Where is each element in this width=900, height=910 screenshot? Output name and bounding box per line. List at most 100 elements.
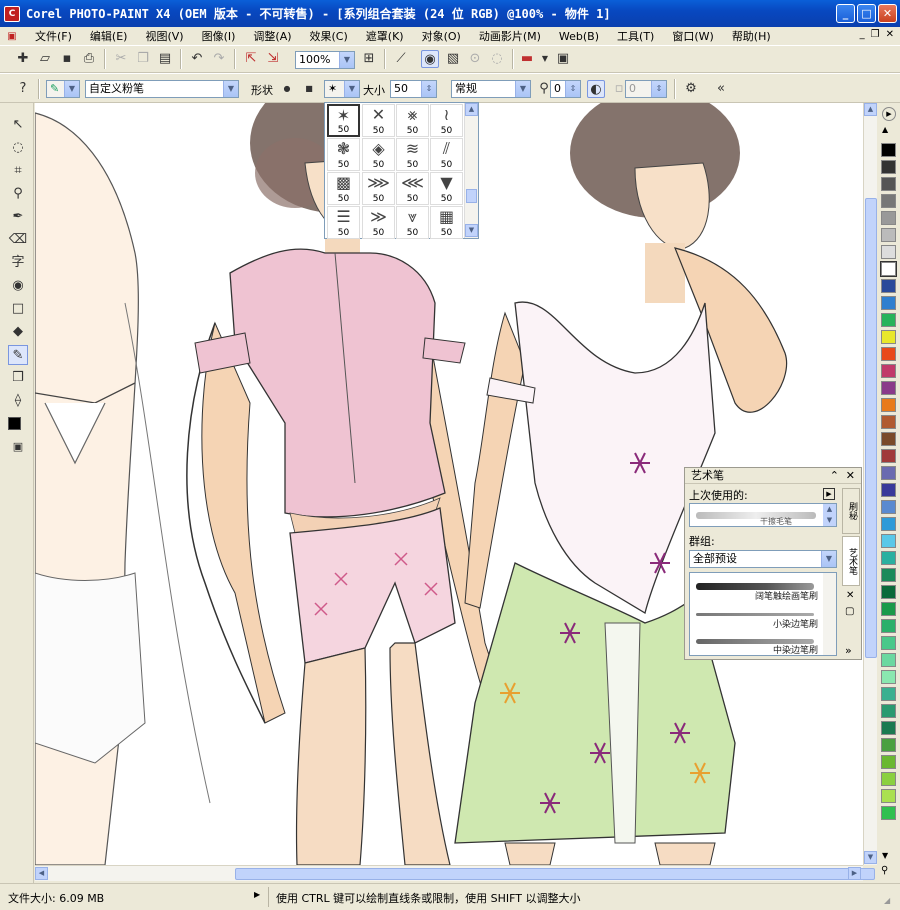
palette-swatch[interactable] [881,177,896,191]
redeye-tool-icon[interactable]: ◉ [8,276,28,296]
maximize-button[interactable]: □ [857,4,876,23]
brush-type-combo[interactable]: ✎ ▼ [46,80,80,98]
palette-swatch[interactable] [881,721,896,735]
palette-swatch[interactable] [881,398,896,412]
scroll-up-icon[interactable]: ▲ [465,103,478,116]
chevron-down-icon[interactable]: ▼ [64,81,79,97]
palette-swatch[interactable] [881,211,896,225]
mask-marquee-icon[interactable]: ◉ [421,50,439,68]
scroll-up-icon[interactable]: ▲ [882,125,888,134]
feather-input[interactable]: 0 ⇕ [625,80,667,98]
nib-option[interactable]: ⋙ 50 [362,172,395,205]
palette-swatch[interactable] [881,653,896,667]
palette-swatch[interactable] [881,228,896,242]
palette-swatch[interactable] [881,551,896,565]
chevron-down-icon[interactable]: ▼ [536,50,554,68]
lens-icon[interactable]: ◌ [488,50,506,68]
doc-restore-icon[interactable]: ❐ [871,29,880,40]
nib-option[interactable]: ≫ 50 [362,206,395,239]
palette-swatch[interactable] [881,568,896,582]
double-chevron-left-icon[interactable]: « [712,80,730,98]
group-combo[interactable]: 全部预设 ▼ [689,550,837,568]
recent-stroke-list[interactable]: 干擦毛笔 ▲ ▼ [689,503,837,527]
stroke-icon[interactable]: ⟋ [392,50,410,68]
palette-swatch[interactable] [881,636,896,650]
menu-adjust[interactable]: 调整(A) [244,28,300,44]
palette-swatch[interactable] [881,755,896,769]
launch-icon[interactable]: ▬ [518,50,536,68]
palette-swatch[interactable] [881,806,896,820]
docker-icon[interactable]: ▢ [845,606,859,620]
doc-minimize-icon[interactable]: _ [860,29,865,40]
nib-option[interactable]: ⨳ 50 [396,104,429,137]
menu-view[interactable]: 视图(V) [136,28,192,44]
chevron-down-icon[interactable]: ▼ [344,81,359,97]
cut-icon[interactable]: ✂ [112,50,130,68]
palette-swatch[interactable] [881,415,896,429]
palette-swatch[interactable] [881,585,896,599]
doc-close-icon[interactable]: ✕ [886,29,894,40]
zoom-tool-icon[interactable]: ⚲ [8,184,28,204]
crop-tool-icon[interactable]: ⌗ [8,161,28,181]
menu-web[interactable]: Web(B) [550,30,608,43]
palette-swatch[interactable] [881,670,896,684]
close-icon[interactable]: ✕ [846,468,855,484]
import-icon[interactable]: ⇱ [242,50,260,68]
menu-file[interactable]: 文件(F) [26,28,81,44]
nib-option[interactable]: ⋘ 50 [396,172,429,205]
save-icon[interactable]: ▪ [58,50,76,68]
corel-icon[interactable]: C [4,5,20,22]
spinner-icon[interactable]: ⇕ [421,81,436,97]
welcome-icon[interactable]: ▣ [554,50,572,68]
play-icon[interactable]: ▶ [882,107,896,121]
palette-swatch[interactable] [881,449,896,463]
effect-tool-icon[interactable]: ❒ [8,368,28,388]
nib-option[interactable]: ≋ 50 [396,138,429,171]
scroll-up-icon[interactable]: ▲ [864,103,877,116]
scroll-left-icon[interactable]: ◀ [35,867,48,880]
palette-swatch[interactable] [881,381,896,395]
recent-stroke-preview[interactable] [696,512,816,519]
palette-swatch[interactable] [881,194,896,208]
palette-swatch[interactable] [881,330,896,344]
palette-swatch[interactable] [881,789,896,803]
paint-tool-icon[interactable]: ✎ [8,345,28,365]
palette-swatch[interactable] [881,143,896,157]
help-icon[interactable]: ? [14,80,32,98]
menu-effects[interactable]: 效果(C) [301,28,357,44]
redo-icon[interactable]: ↷ [210,50,228,68]
menu-help[interactable]: 帮助(H) [723,28,780,44]
menu-object[interactable]: 对象(O) [413,28,470,44]
text-tool-icon[interactable]: 字 [8,253,28,273]
nib-picker[interactable]: ✶ 50 ✕ 50 ⨳ 50 ≀ 50 ❃ 50 ◈ 50 ≋ 50 ⫽ 50 ▩ 50 ⋙ 50 … [324,102,479,239]
palette-swatch[interactable] [881,500,896,514]
nib-option[interactable]: ✶ 50 [327,104,360,137]
nib-scrollbar[interactable]: ▲ ▼ [464,103,478,238]
interactive-tool-icon[interactable]: ⟠ [8,391,28,411]
square-nib-icon[interactable]: ■ [300,80,318,98]
brush-preset-combo[interactable]: 自定义粉笔 ▼ [85,80,239,98]
scroll-down-icon[interactable]: ▼ [864,851,877,864]
round-nib-icon[interactable]: ● [278,80,296,98]
zoom-icon[interactable]: ⚲ [881,865,888,876]
brush-settings-icon[interactable]: ⚙ [682,80,700,98]
zoom-fit-icon[interactable]: ⊞ [360,50,378,68]
palette-swatch[interactable] [881,364,896,378]
palette-swatch[interactable] [881,245,896,259]
palette-swatch[interactable] [881,160,896,174]
paper-color-icon[interactable]: ▣ [8,437,28,457]
transparency-input[interactable]: 0 ⇕ [550,80,581,98]
collapse-icon[interactable]: ⌃ [830,468,839,484]
size-input[interactable]: 50 ⇕ [390,80,437,98]
play-icon[interactable]: ▶ [254,890,260,899]
nib-option[interactable]: ◈ 50 [362,138,395,171]
nib-option[interactable]: ☰ 50 [327,206,360,239]
scroll-right-icon[interactable]: ▶ [848,867,861,880]
nib-option[interactable]: ⩔ 50 [396,206,429,239]
clip-mask-icon[interactable]: ⊙ [466,50,484,68]
chevron-down-icon[interactable]: ▼ [223,81,238,97]
document-icon[interactable]: ▣ [4,28,20,44]
palette-swatch[interactable] [881,296,896,310]
menu-window[interactable]: 窗口(W) [663,28,722,44]
palette-swatch[interactable] [881,466,896,480]
